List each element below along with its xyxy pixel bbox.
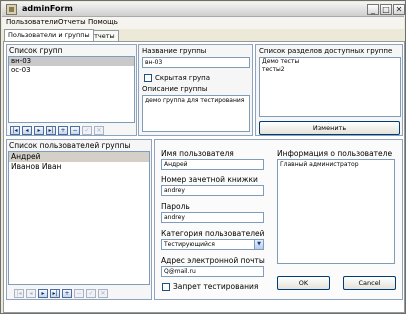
password-label: Пароль <box>161 202 190 211</box>
category-value: Тестирующийся <box>164 241 215 248</box>
user-info-field[interactable]: Главный администратор <box>277 159 395 264</box>
app-icon <box>6 4 17 15</box>
username-label: Имя пользователя <box>161 149 234 158</box>
hidden-group-label: Скрытая група <box>155 74 211 82</box>
delete-icon[interactable]: − <box>70 126 80 135</box>
maximize-button[interactable]: □ <box>380 4 392 15</box>
record-book-label: Номер зачетной книжки <box>161 175 258 184</box>
username-field[interactable]: Андрей <box>161 159 264 170</box>
delete-icon[interactable]: − <box>74 289 84 298</box>
prev-icon[interactable]: ◂ <box>26 289 36 298</box>
users-list[interactable]: Андрей Иванов Иван <box>8 151 150 285</box>
sections-panel: Список разделов доступных группе Демо те… <box>255 44 403 136</box>
category-select[interactable]: Тестирующийся ▼ <box>161 239 264 250</box>
menu-help[interactable]: Помощь <box>88 18 118 26</box>
group-name-label: Название группы <box>142 47 207 55</box>
minimize-button[interactable]: _ <box>367 4 379 15</box>
list-item[interactable]: Андрей <box>9 152 149 162</box>
sections-label: Список разделов доступных группе <box>259 47 393 55</box>
group-details-panel: Название группы вн-03 Скрытая група Опис… <box>138 44 253 136</box>
tab-page: Список групп вн-03 ос-03 |◂ ◂ ▸ ▸| + − ✓… <box>3 41 405 313</box>
tab-users-groups[interactable]: Пользователи и группы <box>4 29 94 41</box>
email-field[interactable]: Q@mail.ru <box>161 266 264 277</box>
sections-list[interactable]: Демо тесты тесты2 <box>259 57 401 117</box>
first-icon[interactable]: |◂ <box>10 126 20 135</box>
list-item[interactable]: ос-03 <box>9 66 134 75</box>
window-title: adminForm <box>22 4 73 13</box>
list-item[interactable]: тесты2 <box>260 66 400 74</box>
ban-testing-checkbox[interactable] <box>162 283 170 291</box>
cancel-edit-icon[interactable]: ✕ <box>98 289 108 298</box>
ok-button[interactable]: OK <box>277 276 330 290</box>
add-icon[interactable]: + <box>62 289 72 298</box>
prev-icon[interactable]: ◂ <box>22 126 32 135</box>
title-bar[interactable]: adminForm _ □ ✕ <box>2 2 405 17</box>
category-label: Категория пользователей <box>161 229 265 238</box>
users-navigator: |◂ ◂ ▸ ▸| + − ✓ ✕ <box>14 289 149 300</box>
list-item[interactable]: Демо тесты <box>260 58 400 66</box>
groups-list-label: Список групп <box>9 46 63 55</box>
menu-users[interactable]: Пользователи <box>6 18 58 26</box>
list-item[interactable]: вн-03 <box>9 57 134 66</box>
groups-panel: Список групп вн-03 ос-03 |◂ ◂ ▸ ▸| + − ✓… <box>6 44 137 136</box>
group-name-field[interactable]: вн-03 <box>142 57 250 68</box>
main-window: adminForm _ □ ✕ Пользователи Отчеты Помо… <box>0 0 406 314</box>
cancel-button[interactable]: Cancel <box>343 276 396 290</box>
next-icon[interactable]: ▸ <box>38 289 48 298</box>
chevron-down-icon[interactable]: ▼ <box>254 240 263 249</box>
edit-icon[interactable]: ✓ <box>86 289 96 298</box>
first-icon[interactable]: |◂ <box>14 289 24 298</box>
hidden-group-checkbox[interactable] <box>144 74 152 82</box>
groups-list[interactable]: вн-03 ос-03 <box>8 56 135 123</box>
email-label: Адрес электронной почты <box>161 256 265 265</box>
users-list-label: Список пользователей группы <box>9 141 131 150</box>
ban-testing-label: Запрет тестирования <box>173 282 259 291</box>
users-panel: Список пользователей группы Андрей Ивано… <box>6 139 152 300</box>
list-item[interactable]: Иванов Иван <box>9 162 149 172</box>
add-icon[interactable]: + <box>58 126 68 135</box>
menu-bar: Пользователи Отчеты Помощь <box>2 17 404 29</box>
cancel-edit-icon[interactable]: ✕ <box>94 126 104 135</box>
edit-icon[interactable]: ✓ <box>82 126 92 135</box>
password-field[interactable]: andrey <box>161 212 264 223</box>
record-book-field[interactable]: andrey <box>161 185 264 196</box>
user-info-label: Информация о пользователе <box>277 149 393 158</box>
last-icon[interactable]: ▸| <box>46 126 56 135</box>
user-details-panel: Имя пользователя Андрей Номер зачетной к… <box>154 139 403 300</box>
change-button[interactable]: Изменить <box>259 121 400 135</box>
group-description-label: Описание группы <box>142 85 208 93</box>
close-button[interactable]: ✕ <box>393 4 405 15</box>
menu-reports[interactable]: Отчеты <box>58 18 86 26</box>
group-description-field[interactable]: демо группа для тестирования <box>142 95 250 132</box>
last-icon[interactable]: ▸| <box>50 289 60 298</box>
groups-navigator: |◂ ◂ ▸ ▸| + − ✓ ✕ <box>10 126 135 137</box>
next-icon[interactable]: ▸ <box>34 126 44 135</box>
